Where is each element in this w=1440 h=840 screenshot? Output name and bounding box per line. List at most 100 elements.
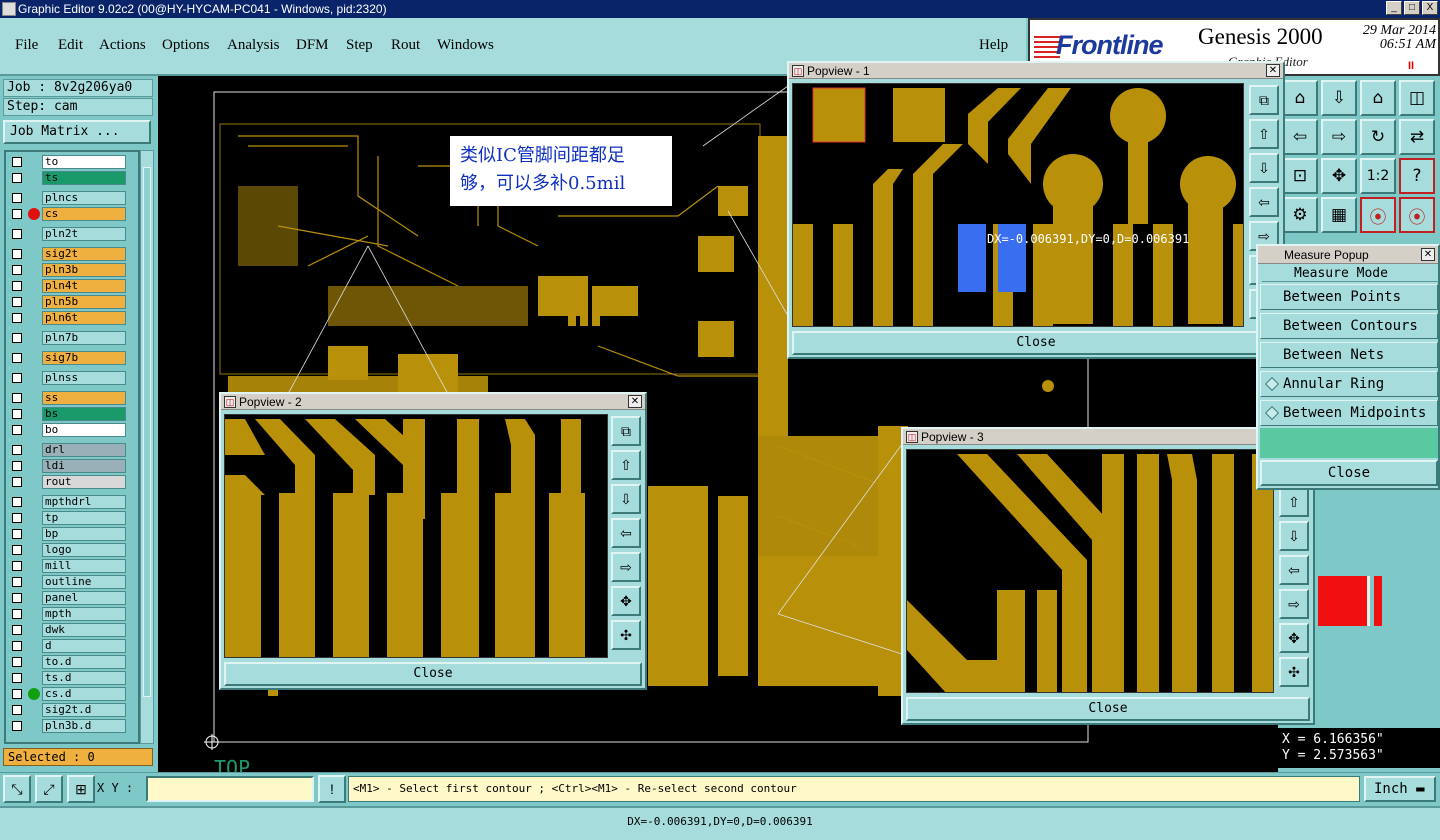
popview-left-icon[interactable]: ⇦ (611, 518, 641, 548)
menu-options[interactable]: Options (162, 37, 210, 54)
layer-checkbox[interactable] (12, 249, 22, 259)
popview-1-view[interactable]: DX=-0.006391,DY=0,D=0.006391 (792, 83, 1244, 327)
option-annular-ring[interactable]: Annular Ring (1260, 371, 1438, 397)
layer-row[interactable]: plnss (8, 371, 128, 385)
layer-list-scrollbar[interactable] (140, 150, 154, 744)
layer-row[interactable]: outline (8, 575, 128, 589)
layer-checkbox[interactable] (12, 545, 22, 555)
layer-checkbox[interactable] (12, 705, 22, 715)
layer-checkbox[interactable] (12, 609, 22, 619)
menu-step[interactable]: Step (346, 37, 373, 54)
popview-down-icon[interactable]: ⇩ (1279, 521, 1309, 551)
alert-icon[interactable]: ! (318, 775, 346, 803)
layer-checkbox[interactable] (12, 265, 22, 275)
layer-checkbox[interactable] (12, 281, 22, 291)
layer-checkbox[interactable] (12, 657, 22, 667)
popview-3-titlebar[interactable]: ◫ Popview - 3 ✕ (903, 429, 1313, 445)
mirror-icon[interactable]: ⇄ (1399, 119, 1435, 155)
layer-checkbox[interactable] (12, 561, 22, 571)
option-between-contours[interactable]: Between Contours (1260, 313, 1438, 339)
rotate-icon[interactable]: ↻ (1360, 119, 1396, 155)
measure-close-button[interactable]: Close (1260, 460, 1438, 486)
popview-2-close-button[interactable]: Close (224, 662, 642, 686)
menu-dfm[interactable]: DFM (296, 37, 329, 54)
layer-row[interactable]: sig7b (8, 351, 128, 365)
layer-row[interactable]: ts.d (8, 671, 128, 685)
popview-down-icon[interactable]: ⇩ (611, 484, 641, 514)
popview-right-icon[interactable]: ⇨ (611, 552, 641, 582)
layer-checkbox[interactable] (12, 333, 22, 343)
popview-2-titlebar[interactable]: ◫ Popview - 2 ✕ (221, 394, 645, 410)
menu-analysis[interactable]: Analysis (227, 37, 280, 54)
layer-row[interactable]: plncs (8, 191, 128, 205)
layer-checkbox[interactable] (12, 393, 22, 403)
menu-actions[interactable]: Actions (99, 37, 146, 54)
option-between-nets[interactable]: Between Nets (1260, 342, 1438, 368)
popview-zoom-out-icon[interactable]: ✣ (611, 620, 641, 650)
popview-left-icon[interactable]: ⇦ (1279, 555, 1309, 585)
layer-checkbox[interactable] (12, 353, 22, 363)
layer-row[interactable]: logo (8, 543, 128, 557)
layer-checkbox[interactable] (12, 529, 22, 539)
layer-checkbox[interactable] (12, 193, 22, 203)
measure-popup-titlebar[interactable]: Measure Popup ✕ (1258, 246, 1438, 264)
layer-row[interactable]: cs (8, 207, 128, 221)
layer-row[interactable]: pln5b (8, 295, 128, 309)
zoom-fit-icon[interactable]: ✥ (1321, 158, 1357, 194)
snap-icon[interactable]: ⚙ (1282, 197, 1318, 233)
job-matrix-button[interactable]: Job Matrix ... (3, 120, 151, 144)
grid-icon[interactable]: ▦ (1321, 197, 1357, 233)
layer-checkbox[interactable] (12, 689, 22, 699)
layer-row[interactable]: ts (8, 171, 128, 185)
layer-row[interactable]: pln4t (8, 279, 128, 293)
layer-row[interactable]: pln6t (8, 311, 128, 325)
split-view-icon[interactable]: ◫ (1399, 80, 1435, 116)
layer-checkbox[interactable] (12, 461, 22, 471)
layer-row[interactable]: sig2t.d (8, 703, 128, 717)
popview-up-icon[interactable]: ⇧ (1249, 119, 1279, 149)
layer-row[interactable]: to (8, 155, 128, 169)
popview-zoom-in-icon[interactable]: ✥ (1279, 623, 1309, 653)
popview-1-close-icon[interactable]: ✕ (1266, 64, 1280, 77)
help-query-icon[interactable]: ? (1399, 158, 1435, 194)
layer-row[interactable]: mpth (8, 607, 128, 621)
close-window-button[interactable]: X (1422, 1, 1438, 15)
layer-checkbox[interactable] (12, 477, 22, 487)
pan-left-icon[interactable]: ⇦ (1282, 119, 1318, 155)
layer-row[interactable]: bp (8, 527, 128, 541)
layer-checkbox[interactable] (12, 721, 22, 731)
option-between-midpoints[interactable]: Between Midpoints (1260, 400, 1438, 426)
fit-icon[interactable]: ⊡ (1282, 158, 1318, 194)
layer-row[interactable]: pln7b (8, 331, 128, 345)
grid-snap-icon[interactable]: ⊞ (67, 775, 95, 803)
menu-file[interactable]: File (15, 37, 38, 54)
snap-mode-icon[interactable]: ⤡ (3, 775, 31, 803)
layer-row[interactable]: panel (8, 591, 128, 605)
layer-checkbox[interactable] (12, 209, 22, 219)
layer-checkbox[interactable] (12, 593, 22, 603)
zoom-home-icon[interactable]: ⌂ (1282, 80, 1318, 116)
layer-checkbox[interactable] (12, 625, 22, 635)
layer-checkbox[interactable] (12, 513, 22, 523)
layer-checkbox[interactable] (12, 445, 22, 455)
popview-1-titlebar[interactable]: ◫ Popview - 1 ✕ (789, 63, 1283, 79)
net-icon[interactable]: ⦿ (1399, 197, 1435, 233)
popview-copy-icon[interactable]: ⧉ (1249, 85, 1279, 115)
layer-checkbox[interactable] (12, 373, 22, 383)
popview-1-close-button[interactable]: Close (792, 331, 1280, 355)
layer-row[interactable]: drl (8, 443, 128, 457)
popview-up-icon[interactable]: ⇧ (611, 450, 641, 480)
menu-windows[interactable]: Windows (437, 37, 494, 54)
layer-checkbox[interactable] (12, 173, 22, 183)
layer-row[interactable]: bo (8, 423, 128, 437)
popview-zoom-out-icon[interactable]: ✣ (1279, 657, 1309, 687)
layer-checkbox[interactable] (12, 673, 22, 683)
layer-checkbox[interactable] (12, 425, 22, 435)
layer-row[interactable]: sig2t (8, 247, 128, 261)
layer-row[interactable]: pln3b (8, 263, 128, 277)
popview-zoom-in-icon[interactable]: ✥ (611, 586, 641, 616)
layer-row[interactable]: cs.d (8, 687, 128, 701)
window-titlebar[interactable]: Graphic Editor 9.02c2 (00@HY-HYCAM-PC041… (0, 0, 1440, 18)
layer-row[interactable]: dwk (8, 623, 128, 637)
layer-row[interactable]: bs (8, 407, 128, 421)
